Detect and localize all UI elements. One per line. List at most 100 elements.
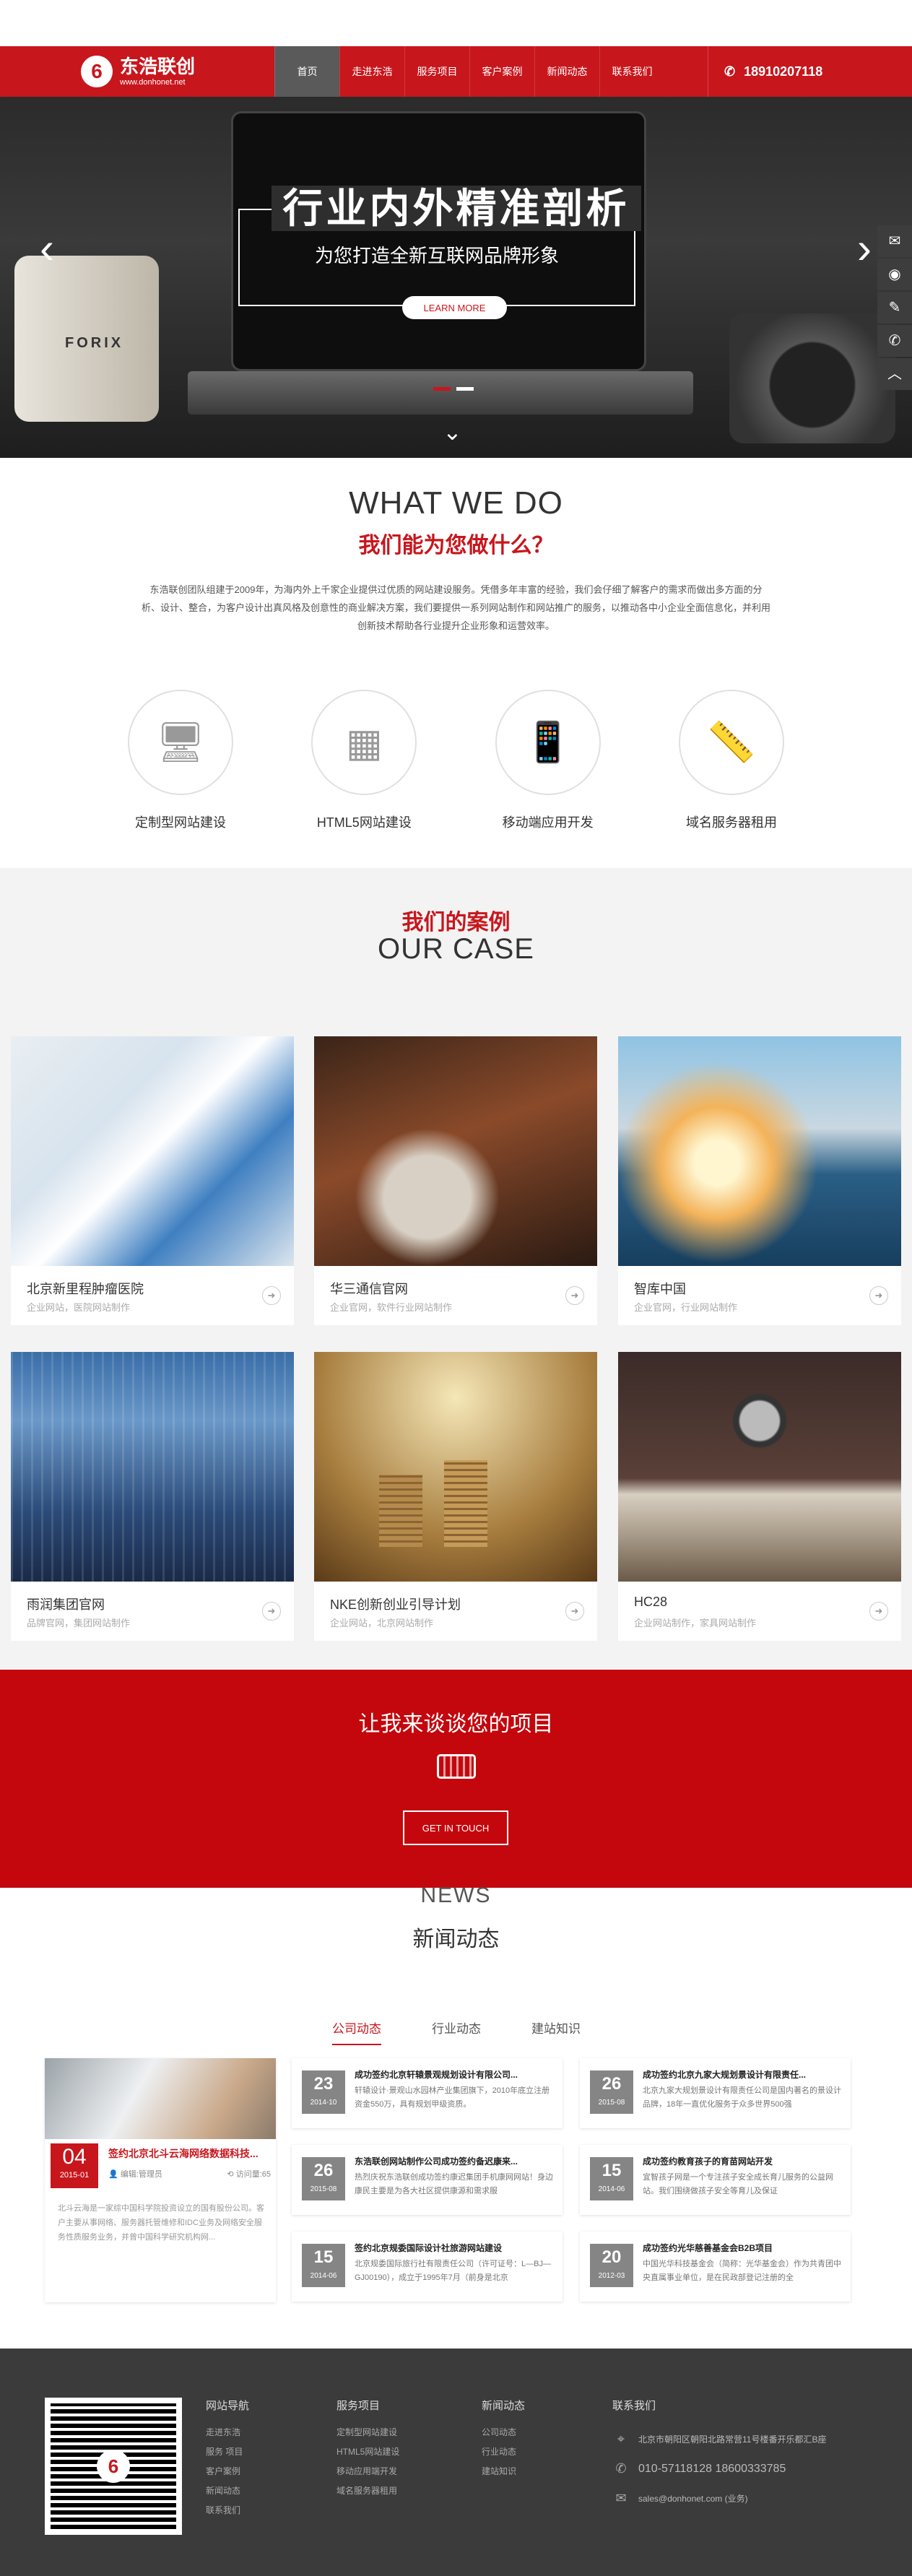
- date-day: 26: [602, 2074, 622, 2094]
- case-card[interactable]: 雨润集团官网 品牌官网，集团网站制作 ➜: [11, 1352, 294, 1641]
- case-title: 北京新里程肿瘤医院: [27, 1282, 144, 1296]
- footer-link[interactable]: 新闻动态: [206, 2481, 249, 2501]
- news-item[interactable]: 26 2015-08 东浩联创网站制作公司成功签约备迟康来... 热烈庆祝东浩联创…: [292, 2145, 563, 2215]
- chat-icon[interactable]: ✉: [877, 225, 912, 257]
- arrow-right-icon[interactable]: ➜: [869, 1286, 888, 1305]
- news-title[interactable]: 东浩联创网站制作公司成功签约备迟康来...: [355, 2155, 555, 2167]
- case-card[interactable]: 北京新里程肿瘤医院 企业网站，医院网站制作 ➜: [11, 1036, 294, 1325]
- case-title: 雨润集团官网: [27, 1597, 105, 1612]
- case-card[interactable]: 智库中国 企业官网，行业网站制作 ➜: [618, 1036, 901, 1325]
- footer-link[interactable]: 服务 项目: [206, 2442, 249, 2462]
- case-desc: 企业网站，北京网站制作: [330, 1618, 434, 1629]
- footer-email: ✉ sales@donhonet.com (业务): [612, 2491, 887, 2506]
- hero-banner: FORIX 行业内外精准剖析 为您打造全新互联网品牌形象 LEARN MORE …: [0, 97, 912, 458]
- wechat-icon[interactable]: ◉: [877, 259, 912, 290]
- footer-link[interactable]: 行业动态: [482, 2442, 525, 2462]
- service-hosting[interactable]: 📏 域名服务器租用: [666, 690, 796, 834]
- case-title: NKE创新创业引导计划: [330, 1597, 461, 1612]
- news-summary: 热烈庆祝东浩联创成功签约康迟集团手机康网网站！身边康民主要是为各大社区提供康源和…: [355, 2173, 553, 2195]
- tab-industry-news[interactable]: 行业动态: [432, 2018, 481, 2045]
- logo[interactable]: 6 东浩联创 www.donhonet.net: [81, 46, 195, 97]
- service-html5[interactable]: ▦ HTML5网站建设: [299, 690, 429, 834]
- date-month: 2014-10: [310, 2099, 337, 2107]
- news-item[interactable]: 20 2012-03 成功签约光华慈善基金会B2B项目 中国光华科技基金会（简称：…: [580, 2232, 851, 2302]
- news-item[interactable]: 15 2014-06 签约北京规委国际设计社旅游网站建设 北京规委国际旅行社有限责…: [292, 2232, 563, 2302]
- footer-link[interactable]: 定制型网站建设: [336, 2423, 399, 2442]
- footer-link[interactable]: 移动应用端开发: [336, 2462, 399, 2481]
- learn-more-button[interactable]: LEARN MORE: [402, 296, 507, 319]
- tab-site-knowledge[interactable]: 建站知识: [531, 2018, 581, 2045]
- laptop-base-image: [188, 371, 693, 415]
- news-date: 26 2015-08: [302, 2157, 345, 2200]
- news-date: 23 2014-10: [302, 2070, 345, 2114]
- camera-image: [729, 313, 895, 443]
- news-title[interactable]: 成功签约光华慈善基金会B2B项目: [643, 2242, 843, 2254]
- nav-services[interactable]: 服务项目: [404, 46, 469, 97]
- footer-col-nav: 网站导航 走进东浩 服务 项目 客户案例 新闻动态 联系我们: [206, 2398, 249, 2520]
- scroll-down-icon[interactable]: ⌄: [443, 418, 462, 446]
- date-day: 15: [313, 2247, 334, 2267]
- featured-news-title[interactable]: 签约北京北斗云海网络数据科技...: [108, 2146, 271, 2161]
- news-item[interactable]: 23 2014-10 成功签约北京轩辕景观规划设计有限公司... 轩辕设计·景观山…: [292, 2058, 563, 2128]
- news-item[interactable]: 26 2015-08 成功签约北京九家大规划景设计有限责任... 北京九家大规划景…: [580, 2058, 851, 2128]
- nav-news[interactable]: 新闻动态: [534, 46, 599, 97]
- news-summary: 北京规委国际旅行社有限责任公司（许可证号：L—BJ—GJ00190），成立于19…: [355, 2260, 551, 2282]
- footer-link[interactable]: 域名服务器租用: [336, 2481, 399, 2501]
- qr-code-pattern: 6: [51, 2403, 176, 2529]
- slide-dot-1[interactable]: [433, 387, 451, 391]
- monitor-icon: 🖥: [128, 690, 233, 795]
- tab-company-news[interactable]: 公司动态: [332, 2018, 381, 2045]
- email-text[interactable]: sales@donhonet.com (业务): [638, 2492, 748, 2505]
- arrow-right-icon[interactable]: ➜: [262, 1286, 281, 1305]
- banner-subtitle: 为您打造全新互联网品牌形象: [314, 245, 559, 266]
- footer-link[interactable]: 联系我们: [206, 2501, 249, 2520]
- back-to-top-icon[interactable]: ︿: [877, 358, 912, 390]
- service-label: HTML5网站建设: [316, 815, 412, 830]
- featured-news[interactable]: 04 2015-01 签约北京北斗云海网络数据科技... 👤 编辑:管理员 ⟲ …: [45, 2058, 276, 2302]
- nav-about[interactable]: 走进东浩: [339, 46, 404, 97]
- service-custom-site[interactable]: 🖥 定制型网站建设: [116, 690, 246, 834]
- footer-link[interactable]: 客户案例: [206, 2462, 249, 2481]
- news-title[interactable]: 成功签约北京轩辕景观规划设计有限公司...: [355, 2068, 555, 2081]
- news-item[interactable]: 15 2014-06 成功签约教育孩子的育苗网站开发 宜智孩子网是一个专注孩子安全…: [580, 2145, 851, 2215]
- header: 6 东浩联创 www.donhonet.net 首页 走进东浩 服务项目 客户案…: [0, 46, 912, 97]
- arrow-right-icon[interactable]: ➜: [565, 1286, 584, 1305]
- news-title[interactable]: 签约北京规委国际设计社旅游网站建设: [355, 2242, 555, 2254]
- phone-side-icon[interactable]: ✆: [877, 325, 912, 357]
- case-image-living-room: [618, 1352, 901, 1582]
- service-mobile[interactable]: 📱 移动端应用开发: [483, 690, 613, 834]
- case-title: HC28: [634, 1595, 668, 1609]
- footer-address: ⌖ 北京市朝阳区朝阳北路常营11号楼番开乐都汇B座: [612, 2432, 887, 2447]
- news-title[interactable]: 成功签约教育孩子的育苗网站开发: [643, 2155, 843, 2167]
- logo-icon: 6: [81, 56, 113, 87]
- message-icon[interactable]: ✎: [877, 292, 912, 324]
- get-in-touch-button[interactable]: GET IN TOUCH: [403, 1810, 508, 1845]
- footer-link[interactable]: HTML5网站建设: [336, 2442, 399, 2462]
- nav-cases[interactable]: 客户案例: [469, 46, 534, 97]
- case-card[interactable]: 华三通信官网 企业官网，软件行业网站制作 ➜: [314, 1036, 597, 1325]
- footer-link[interactable]: 建站知识: [482, 2462, 525, 2481]
- case-desc: 企业网站，医院网站制作: [27, 1302, 131, 1313]
- footer-link[interactable]: 走进东浩: [206, 2423, 249, 2442]
- nav-contact[interactable]: 联系我们: [599, 46, 664, 97]
- slide-dot-2[interactable]: [456, 387, 474, 391]
- phones-text[interactable]: 010-57118128 18600333785: [638, 2463, 786, 2476]
- news-title[interactable]: 成功签约北京九家大规划景设计有限责任...: [643, 2068, 843, 2081]
- news-date: 20 2012-03: [590, 2244, 633, 2287]
- phone-icon: ✆: [724, 64, 736, 79]
- prev-slide-icon[interactable]: ‹: [32, 227, 61, 270]
- next-slide-icon[interactable]: ›: [850, 227, 879, 270]
- phone-number: 18910207118: [744, 64, 823, 79]
- header-phone[interactable]: ✆ 18910207118: [708, 46, 822, 97]
- case-card[interactable]: HC28 企业网站制作，家具网站制作 ➜: [618, 1352, 901, 1641]
- footer-link[interactable]: 公司动态: [482, 2423, 525, 2442]
- arrow-right-icon[interactable]: ➜: [262, 1602, 281, 1621]
- arrow-right-icon[interactable]: ➜: [869, 1602, 888, 1621]
- nav-home[interactable]: 首页: [274, 46, 339, 97]
- arrow-right-icon[interactable]: ➜: [565, 1602, 584, 1621]
- case-card[interactable]: NKE创新创业引导计划 企业网站，北京网站制作 ➜: [314, 1352, 597, 1641]
- case-desc: 企业网站制作，家具网站制作: [634, 1618, 757, 1629]
- service-label: 域名服务器租用: [685, 815, 777, 830]
- mobile-hand-icon: 📱: [495, 690, 601, 795]
- date-month: 2014-06: [598, 2185, 625, 2193]
